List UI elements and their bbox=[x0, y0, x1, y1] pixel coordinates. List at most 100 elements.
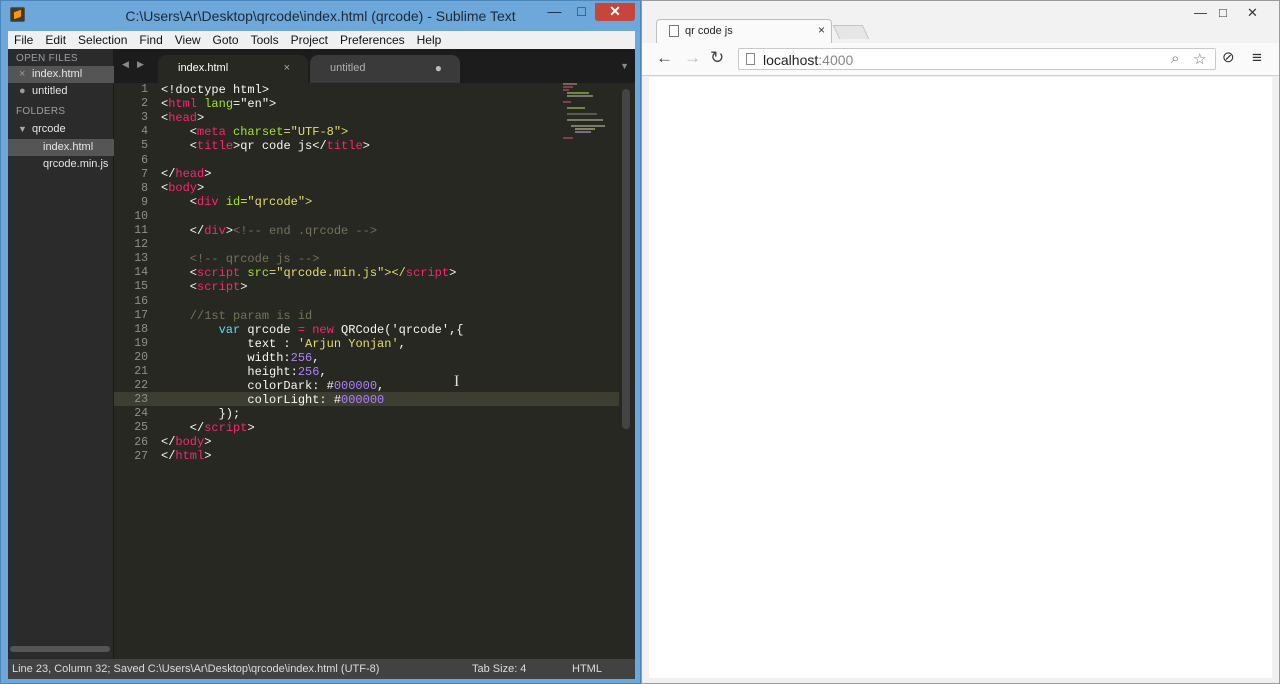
line-number: 25 bbox=[134, 421, 148, 435]
menu-find[interactable]: Find bbox=[133, 31, 168, 49]
code-line: <head> bbox=[161, 111, 205, 125]
sidebar-file-qrcode-min[interactable]: qrcode.min.js bbox=[8, 156, 114, 173]
menu-selection[interactable]: Selection bbox=[72, 31, 133, 49]
unsaved-dot-icon[interactable]: ● bbox=[435, 61, 442, 75]
maximize-button[interactable]: □ bbox=[569, 3, 594, 21]
menu-tools[interactable]: Tools bbox=[245, 31, 285, 49]
code-line: <body> bbox=[161, 181, 205, 195]
tab-bar: ◀ ▶ index.html × untitled ● ▼ bbox=[114, 49, 635, 83]
close-button[interactable]: ✕ bbox=[595, 3, 635, 21]
close-icon[interactable]: × bbox=[284, 62, 290, 74]
sidebar-item-label: index.html bbox=[32, 68, 83, 80]
code-line: </script> bbox=[161, 421, 255, 435]
minimize-button[interactable]: — bbox=[542, 3, 567, 21]
tab-untitled[interactable]: untitled ● bbox=[310, 55, 460, 83]
sidebar-item-label: index.html bbox=[43, 141, 94, 153]
line-number: 13 bbox=[134, 252, 148, 266]
back-arrow-icon[interactable]: ← bbox=[656, 49, 673, 67]
tab-index-html[interactable]: index.html × bbox=[158, 55, 308, 83]
sidebar-item-label: qrcode bbox=[32, 123, 66, 135]
code-line: <!-- qrcode js --> bbox=[161, 252, 320, 266]
unsaved-dot-icon: ● bbox=[19, 85, 26, 97]
menu-preferences[interactable]: Preferences bbox=[334, 31, 411, 49]
code-line: <script> bbox=[161, 280, 248, 294]
tab-right-arrow-icon[interactable]: ▶ bbox=[137, 59, 144, 70]
menu-goto[interactable]: Goto bbox=[207, 31, 245, 49]
sidebar-item-label: untitled bbox=[32, 85, 68, 97]
minimap[interactable] bbox=[561, 83, 621, 143]
line-number: 20 bbox=[134, 350, 148, 364]
text-cursor-icon: I bbox=[454, 373, 460, 390]
open-files-header: OPEN FILES bbox=[16, 53, 78, 64]
code-editor[interactable]: 1 2 3 4 5 6 7 8 9 10 11 12 13 14 15 16 17 18 19 20 21 22 23 24 2… bbox=[114, 83, 635, 659]
search-icon[interactable]: ⌕ bbox=[1171, 50, 1179, 67]
star-icon[interactable]: ☆ bbox=[1193, 50, 1206, 68]
line-number: 17 bbox=[134, 308, 148, 322]
url-text: localhost:4000 bbox=[763, 52, 854, 68]
sidebar-file-index[interactable]: index.html bbox=[8, 139, 114, 156]
code-line: </html> bbox=[161, 449, 212, 463]
code-line: colorLight: #000000 bbox=[161, 393, 385, 407]
page-icon bbox=[746, 53, 755, 65]
extension-icon[interactable]: ⊘ bbox=[1222, 49, 1235, 67]
line-number: 26 bbox=[134, 435, 148, 449]
browser-tab[interactable]: qr code js × bbox=[656, 19, 832, 44]
page-content bbox=[649, 77, 1272, 678]
code-line: text : 'Arjun Yonjan', bbox=[161, 337, 406, 351]
line-number: 14 bbox=[134, 266, 148, 280]
menu-edit[interactable]: Edit bbox=[39, 31, 72, 49]
tab-menu-icon[interactable]: ▼ bbox=[620, 61, 629, 71]
line-number: 27 bbox=[134, 449, 148, 463]
line-number: 8 bbox=[141, 181, 148, 195]
folders-header: FOLDERS bbox=[16, 106, 66, 117]
line-number: 19 bbox=[134, 336, 148, 350]
code-line: width:256, bbox=[161, 351, 320, 365]
code-line: //1st param is id bbox=[161, 309, 313, 323]
chevron-down-icon[interactable]: ▼ bbox=[18, 121, 27, 138]
sidebar-item-label: qrcode.min.js bbox=[43, 158, 109, 170]
line-number: 12 bbox=[134, 238, 148, 252]
code-line: var qrcode = new QRCode('qrcode',{ bbox=[218, 323, 464, 337]
line-number: 24 bbox=[134, 407, 148, 421]
tab-title: qr code js bbox=[685, 25, 733, 37]
status-tab-size[interactable]: Tab Size: 4 bbox=[472, 659, 526, 679]
menu-view[interactable]: View bbox=[169, 31, 207, 49]
sidebar-folder-qrcode[interactable]: ▼ qrcode bbox=[8, 121, 114, 138]
address-bar[interactable]: localhost:4000 ⌕ ☆ bbox=[738, 48, 1216, 70]
close-button[interactable]: ✕ bbox=[1247, 5, 1258, 21]
maximize-button[interactable]: □ bbox=[1219, 5, 1227, 20]
tab-left-arrow-icon[interactable]: ◀ bbox=[122, 59, 129, 70]
tab-label: index.html bbox=[178, 62, 229, 74]
code-line: <title>qr code js</title> bbox=[161, 139, 370, 153]
editor-scrollbar[interactable] bbox=[622, 89, 630, 429]
line-number: 16 bbox=[134, 294, 148, 308]
line-number: 2 bbox=[141, 97, 148, 111]
sidebar-open-file-untitled[interactable]: ● untitled bbox=[8, 83, 114, 100]
status-syntax[interactable]: HTML bbox=[572, 659, 602, 679]
minimize-button[interactable]: — bbox=[1194, 5, 1207, 20]
new-tab-button[interactable] bbox=[832, 25, 870, 39]
code-line: </div><!-- end .qrcode --> bbox=[161, 224, 378, 238]
line-number: 22 bbox=[134, 379, 148, 393]
reload-icon[interactable]: ↻ bbox=[710, 49, 724, 67]
sidebar-scrollbar[interactable] bbox=[10, 646, 110, 652]
sidebar: OPEN FILES × index.html ● untitled FOLDE… bbox=[8, 49, 114, 659]
menu-bar: File Edit Selection Find View Goto Tools… bbox=[8, 31, 635, 49]
line-number: 5 bbox=[141, 139, 148, 153]
close-icon[interactable]: × bbox=[19, 66, 31, 83]
code-line: <div id="qrcode"> bbox=[161, 195, 313, 209]
sublime-titlebar: C:\Users\Ar\Desktop\qrcode\index.html (q… bbox=[1, 1, 640, 31]
menu-file[interactable]: File bbox=[8, 31, 39, 49]
close-icon[interactable]: × bbox=[818, 23, 825, 37]
line-number: 21 bbox=[134, 365, 148, 378]
line-number: 10 bbox=[134, 209, 148, 223]
line-number: 4 bbox=[141, 125, 148, 139]
line-number: 15 bbox=[134, 280, 148, 294]
line-number: 1 bbox=[141, 83, 148, 96]
line-number: 7 bbox=[141, 167, 148, 181]
menu-project[interactable]: Project bbox=[285, 31, 334, 49]
menu-help[interactable]: Help bbox=[411, 31, 448, 49]
forward-arrow-icon[interactable]: → bbox=[684, 49, 701, 67]
sidebar-open-file-index[interactable]: × index.html bbox=[8, 66, 114, 83]
menu-icon[interactable]: ≡ bbox=[1252, 49, 1262, 67]
